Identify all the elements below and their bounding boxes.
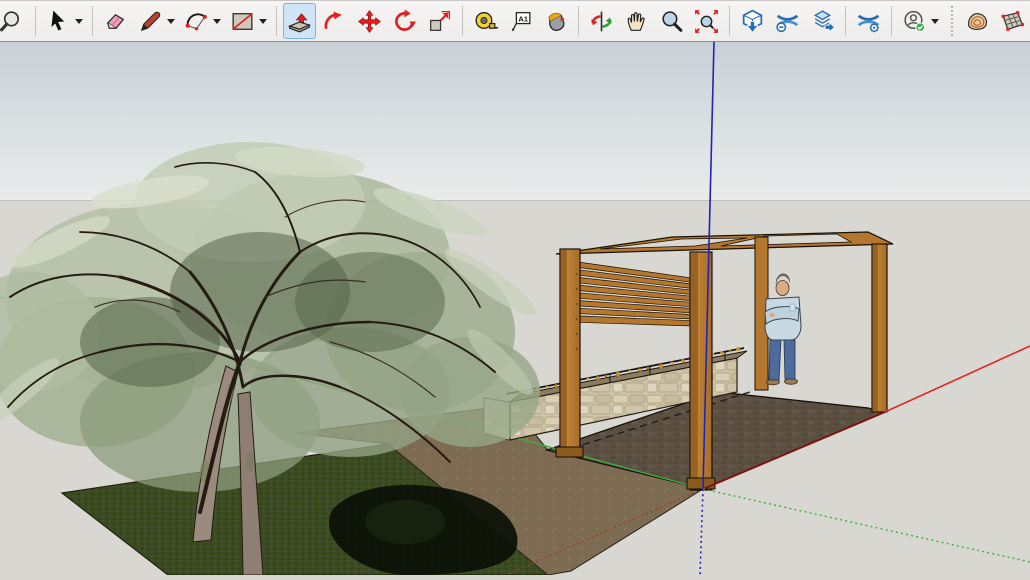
pergola-post-front-left[interactable]: [555, 248, 584, 458]
hand: [769, 313, 775, 317]
toolbar-button-tape-measure[interactable]: [469, 3, 502, 39]
toolbar-button-follow-me[interactable]: [318, 3, 351, 39]
toolbar-button-share-model[interactable]: [771, 3, 804, 39]
toolbar-button-extension-manager[interactable]: [852, 3, 885, 39]
tape-measure-icon: [472, 8, 499, 35]
toolbar-separator: [578, 6, 579, 36]
toolbar-separator: [462, 6, 463, 36]
zoom-icon: [658, 8, 685, 35]
toolbar-separator: [92, 6, 93, 36]
toolbar-button-account[interactable]: [898, 3, 942, 39]
toolbar-separator: [891, 6, 892, 36]
toolbar-button-sandbox-from-contours[interactable]: [961, 3, 994, 39]
toolbar-button-zoom-window[interactable]: [0, 3, 29, 39]
eraser-icon: [102, 8, 129, 35]
arc-icon: [183, 8, 210, 35]
shirt-pocket: [789, 303, 796, 312]
scale-icon: [426, 8, 453, 35]
pergola-post-front-middle[interactable]: [686, 251, 716, 491]
toolbar-button-pan[interactable]: [620, 3, 653, 39]
dropdown-caret-icon[interactable]: [259, 18, 267, 24]
svg-text:A1: A1: [518, 14, 529, 23]
toolbar-button-scale[interactable]: [423, 3, 456, 39]
share-model-icon: [774, 8, 801, 35]
shapes-icon: [229, 8, 256, 35]
toolbar-button-orbit[interactable]: [585, 3, 618, 39]
toolbar-button-sandbox-from-scratch[interactable]: [996, 3, 1029, 39]
paint-bucket-icon: [542, 8, 569, 35]
follow-me-icon: [321, 8, 348, 35]
toolbar-separator: [35, 6, 36, 36]
dropdown-caret-icon[interactable]: [75, 18, 83, 24]
rotate-icon: [391, 8, 418, 35]
orbit-icon: [588, 8, 615, 35]
sandbox-from-scratch-icon: [999, 8, 1026, 35]
push-pull-icon: [286, 8, 313, 35]
select-icon: [45, 8, 72, 35]
toolbar-button-select[interactable]: [42, 3, 86, 39]
zoom-extents-icon: [693, 8, 720, 35]
move-icon: [356, 8, 383, 35]
toolbar-button-push-pull[interactable]: [283, 3, 316, 39]
toolbar-button-warehouse-3d[interactable]: [736, 3, 769, 39]
model-canvas[interactable]: [0, 41, 1030, 576]
dropdown-caret-icon[interactable]: [167, 18, 175, 24]
dropdown-caret-icon[interactable]: [213, 18, 221, 24]
toolbar-button-share-component[interactable]: [806, 3, 839, 39]
dropdown-caret-icon[interactable]: [931, 18, 939, 24]
toolbar-button-text[interactable]: A1: [504, 3, 537, 39]
share-component-icon: [809, 8, 836, 35]
jeans-left-leg: [768, 339, 782, 381]
toolbar-separator: [276, 6, 277, 36]
head: [775, 280, 790, 296]
toolbar-button-zoom-extents[interactable]: [690, 3, 723, 39]
3d-viewport[interactable]: [0, 41, 1030, 576]
pergola-post-front-right[interactable]: [871, 243, 888, 413]
account-icon: [901, 8, 928, 35]
main-toolbar: A1: [0, 0, 1030, 42]
toolbar-button-rotate[interactable]: [388, 3, 421, 39]
toolbar-button-shapes[interactable]: [226, 3, 270, 39]
fallen-foliage: [365, 500, 445, 544]
sandbox-from-contours-icon: [964, 8, 991, 35]
toolbar-button-move[interactable]: [353, 3, 386, 39]
jeans-right-leg: [783, 339, 796, 380]
toolbar-button-eraser[interactable]: [99, 3, 132, 39]
line-icon: [137, 8, 164, 35]
toolbar-separator: [845, 6, 846, 36]
zoom-window-icon: [0, 8, 26, 35]
toolbar-grip[interactable]: [951, 6, 954, 36]
toolbar-button-paint-bucket[interactable]: [539, 3, 572, 39]
toolbar-button-zoom[interactable]: [655, 3, 688, 39]
warehouse-3d-icon: [739, 8, 766, 35]
toolbar-separator: [729, 6, 730, 36]
sandal-right: [784, 378, 798, 385]
toolbar-button-arc[interactable]: [180, 3, 224, 39]
text-icon: A1: [507, 8, 534, 35]
extension-manager-icon: [855, 8, 882, 35]
toolbar-button-line[interactable]: [134, 3, 178, 39]
pan-icon: [623, 8, 650, 35]
